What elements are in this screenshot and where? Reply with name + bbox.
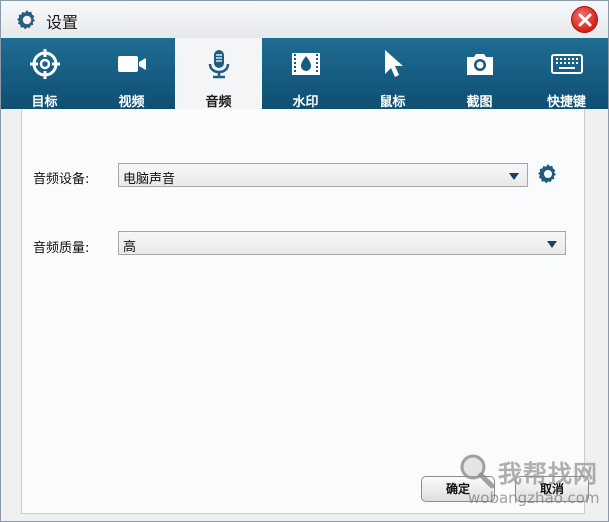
target-icon (29, 49, 60, 79)
title-bar[interactable]: 设置 (1, 1, 608, 38)
keyboard-icon (550, 54, 583, 74)
cancel-button[interactable]: 取消 (515, 476, 589, 502)
gear-icon (17, 10, 35, 30)
video-camera-icon (117, 56, 146, 72)
cursor-icon (384, 50, 403, 77)
tab-label: 音频 (205, 95, 232, 110)
chevron-down-icon (547, 241, 557, 248)
close-button[interactable] (571, 6, 598, 33)
tab-hotkeys[interactable]: 快捷键 (523, 38, 609, 110)
close-icon (578, 13, 591, 26)
film-droplet-icon (291, 53, 320, 75)
tab-label: 快捷键 (546, 95, 586, 110)
audio-device-value: 电脑声音 (123, 172, 176, 187)
chevron-down-icon (509, 173, 519, 180)
audio-quality-select[interactable]: 高 (118, 231, 566, 255)
tab-label: 水印 (292, 95, 319, 110)
camera-icon (466, 54, 493, 75)
tab-label: 目标 (31, 95, 58, 110)
audio-device-settings-button[interactable] (536, 162, 560, 186)
audio-device-label: 音频设备: (33, 172, 90, 187)
tab-video[interactable]: 视频 (88, 38, 175, 110)
audio-quality-value: 高 (123, 240, 137, 255)
ok-button[interactable]: 确定 (421, 476, 495, 502)
audio-quality-label: 音频质量: (33, 241, 90, 256)
tab-target[interactable]: 目标 (1, 38, 88, 110)
tab-bar: 目标 视频 音频 水印 鼠标 截图 快捷键 (1, 38, 609, 110)
window-title: 设置 (46, 13, 79, 32)
settings-window: 设置 目标 视频 音频 水印 鼠标 截图 快捷键 音频设备: 电脑声音 音频质量… (0, 0, 609, 522)
microphone-icon (208, 50, 229, 79)
tab-label: 视频 (118, 95, 145, 110)
tab-watermark[interactable]: 水印 (262, 38, 349, 110)
audio-device-select[interactable]: 电脑声音 (118, 163, 528, 187)
tab-mouse[interactable]: 鼠标 (349, 38, 436, 110)
tab-screenshot[interactable]: 截图 (436, 38, 523, 110)
tab-label: 鼠标 (379, 95, 406, 110)
tab-audio[interactable]: 音频 (175, 38, 262, 110)
tab-label: 截图 (466, 95, 493, 110)
